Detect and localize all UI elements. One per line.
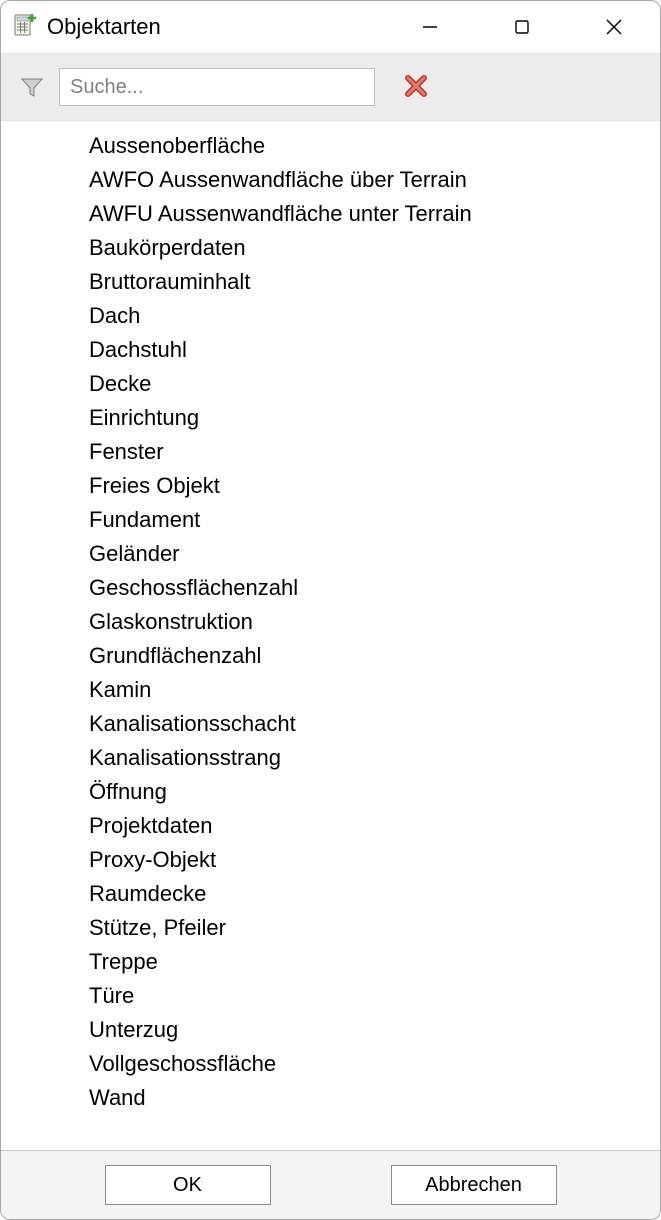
- list-item[interactable]: Öffnung: [89, 775, 660, 809]
- list-item[interactable]: Geschossflächenzahl: [89, 571, 660, 605]
- list-item[interactable]: Bruttorauminhalt: [89, 265, 660, 299]
- list-item[interactable]: Fenster: [89, 435, 660, 469]
- list-item[interactable]: Projektdaten: [89, 809, 660, 843]
- list-item[interactable]: Geländer: [89, 537, 660, 571]
- list-item[interactable]: Einrichtung: [89, 401, 660, 435]
- minimize-icon: [422, 19, 438, 35]
- dialog-footer: OK Abbrechen: [1, 1150, 660, 1219]
- list-item[interactable]: Aussenoberfläche: [89, 129, 660, 163]
- minimize-button[interactable]: [384, 1, 476, 53]
- object-type-list[interactable]: AussenoberflächeAWFO Aussenwandfläche üb…: [1, 121, 660, 1150]
- list-item[interactable]: Fundament: [89, 503, 660, 537]
- filter-icon: [19, 74, 45, 100]
- list-item[interactable]: Raumdecke: [89, 877, 660, 911]
- window-title: Objektarten: [47, 14, 161, 40]
- maximize-button[interactable]: [476, 1, 568, 53]
- app-icon: [13, 13, 37, 42]
- window-controls: [384, 1, 660, 53]
- list-item[interactable]: AWFU Aussenwandfläche unter Terrain: [89, 197, 660, 231]
- list-item[interactable]: Vollgeschossfläche: [89, 1047, 660, 1081]
- cancel-button[interactable]: Abbrechen: [391, 1165, 557, 1205]
- list-item[interactable]: Türe: [89, 979, 660, 1013]
- list-item[interactable]: Unterzug: [89, 1013, 660, 1047]
- list-item[interactable]: Glaskonstruktion: [89, 605, 660, 639]
- list-item[interactable]: Dachstuhl: [89, 333, 660, 367]
- list-item[interactable]: Decke: [89, 367, 660, 401]
- list-item[interactable]: Freies Objekt: [89, 469, 660, 503]
- titlebar-left: Objektarten: [1, 13, 384, 42]
- list-item[interactable]: Stütze, Pfeiler: [89, 911, 660, 945]
- list-item[interactable]: Grundflächenzahl: [89, 639, 660, 673]
- list-item[interactable]: AWFO Aussenwandfläche über Terrain: [89, 163, 660, 197]
- titlebar: Objektarten: [1, 1, 660, 53]
- maximize-icon: [514, 19, 530, 35]
- clear-x-icon: [403, 73, 429, 102]
- list-item[interactable]: Kanalisationsstrang: [89, 741, 660, 775]
- search-input[interactable]: [59, 68, 375, 106]
- clear-filter-button[interactable]: [403, 73, 429, 102]
- ok-button[interactable]: OK: [105, 1165, 271, 1205]
- list-item[interactable]: Proxy-Objekt: [89, 843, 660, 877]
- list-item[interactable]: Kanalisationsschacht: [89, 707, 660, 741]
- close-button[interactable]: [568, 1, 660, 53]
- dialog-window: Objektarten: [0, 0, 661, 1220]
- list-item[interactable]: Treppe: [89, 945, 660, 979]
- list-item[interactable]: Kamin: [89, 673, 660, 707]
- list-item[interactable]: Baukörperdaten: [89, 231, 660, 265]
- filter-bar: [1, 53, 660, 121]
- list-item[interactable]: Dach: [89, 299, 660, 333]
- close-icon: [605, 18, 623, 36]
- list-item[interactable]: Wand: [89, 1081, 660, 1115]
